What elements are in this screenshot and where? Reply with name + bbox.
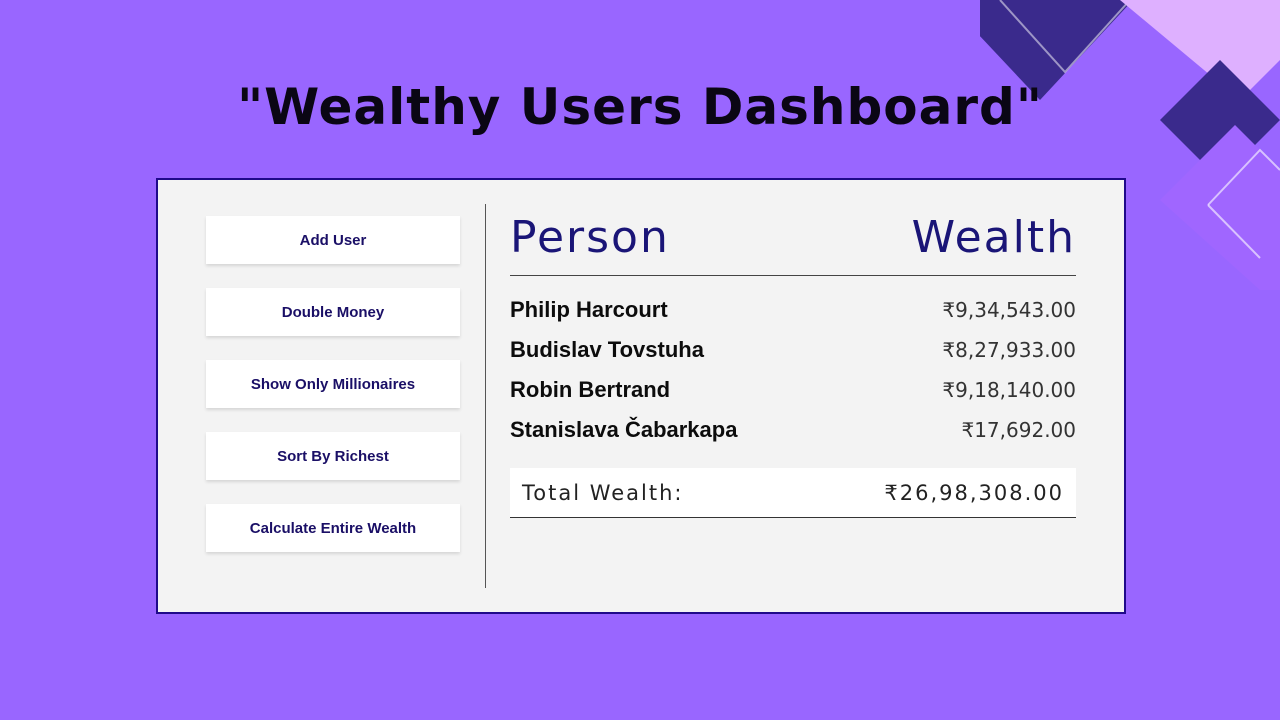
person-wealth: ₹8,27,933.00 [942,338,1076,362]
wealth-table: Person Wealth Philip Harcourt ₹9,34,543.… [510,210,1076,518]
person-name: Stanislava Čabarkapa [510,417,738,442]
table-row: Philip Harcourt ₹9,34,543.00 [510,290,1076,330]
person-wealth: ₹9,34,543.00 [942,298,1076,322]
calculate-wealth-button[interactable]: Calculate Entire Wealth [206,504,460,552]
page-title: "Wealthy Users Dashboard" [237,78,1043,136]
person-name: Philip Harcourt [510,297,668,322]
table-header: Person Wealth [510,210,1076,276]
add-user-button[interactable]: Add User [206,216,460,264]
table-row: Stanislava Čabarkapa ₹17,692.00 [510,410,1076,450]
total-wealth-value: ₹26,98,308.00 [884,480,1064,505]
actions-sidebar: Add User Double Money Show Only Milliona… [206,216,462,576]
sort-by-richest-button[interactable]: Sort By Richest [206,432,460,480]
dashboard-panel: Add User Double Money Show Only Milliona… [156,178,1126,614]
vertical-divider [485,204,486,588]
total-wealth-row: Total Wealth: ₹26,98,308.00 [510,468,1076,518]
person-wealth: ₹17,692.00 [961,418,1076,442]
show-millionaires-button[interactable]: Show Only Millionaires [206,360,460,408]
table-row: Robin Bertrand ₹9,18,140.00 [510,370,1076,410]
person-column-header: Person [510,212,670,263]
page: "Wealthy Users Dashboard" Add User Doubl… [0,0,1280,720]
person-name: Robin Bertrand [510,377,671,402]
wealth-column-header: Wealth [911,212,1076,263]
table-body: Philip Harcourt ₹9,34,543.00 Budislav To… [510,290,1076,450]
total-wealth-label: Total Wealth: [522,480,684,505]
table-row: Budislav Tovstuha ₹8,27,933.00 [510,330,1076,370]
double-money-button[interactable]: Double Money [206,288,460,336]
person-name: Budislav Tovstuha [510,337,704,362]
person-wealth: ₹9,18,140.00 [942,378,1076,402]
